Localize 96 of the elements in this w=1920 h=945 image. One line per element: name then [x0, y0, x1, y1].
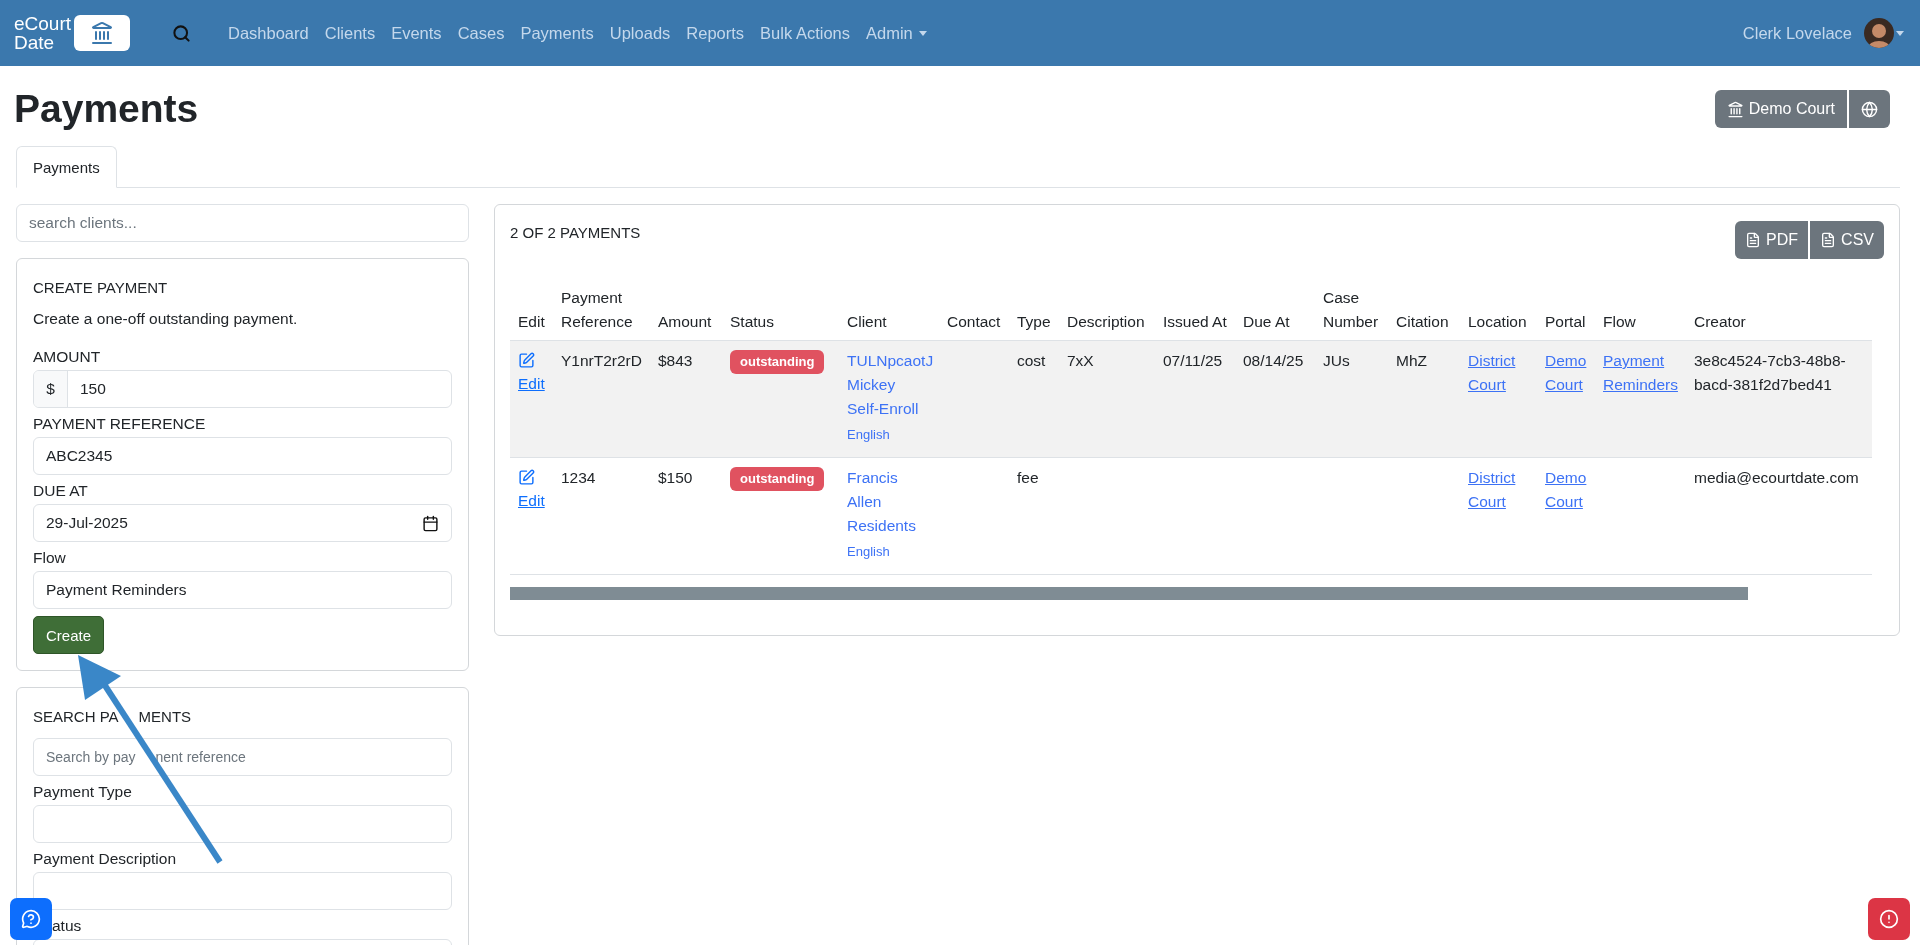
column-header: Status — [722, 280, 839, 341]
amount-text: $843 — [658, 351, 694, 371]
text-field[interactable]: ABC2345 — [33, 437, 452, 475]
type-text: cost — [1017, 351, 1047, 371]
column-header: Citation — [1388, 280, 1460, 341]
case-number: JUs — [1323, 351, 1351, 371]
creator-text: media@ecourtdate.com — [1694, 468, 1860, 488]
reference-text: 1234 — [561, 468, 597, 488]
nav-link[interactable]: Admin — [866, 23, 927, 43]
nav-link[interactable]: Bulk Actions — [760, 23, 850, 43]
creator-text: 3e8c4524-7cb3-48b8-bacd-381f2d7bed41 — [1694, 351, 1847, 395]
field-label: Payment Description — [33, 850, 176, 868]
card-title: MENTS — [138, 708, 192, 725]
column-header: Portal — [1537, 280, 1595, 341]
alert-button[interactable] — [1868, 898, 1910, 940]
description-text: 7xX — [1067, 351, 1095, 371]
court-button[interactable]: Demo Court — [1714, 90, 1847, 128]
file-icon — [1745, 232, 1762, 248]
client-link[interactable]: Francis Allen Residents — [847, 466, 931, 538]
field-label: Payment Type — [33, 783, 132, 801]
calendar-icon[interactable] — [422, 514, 439, 532]
portal-link[interactable]: Demo Court — [1545, 466, 1587, 514]
file-icon — [1820, 232, 1837, 248]
nav-link[interactable]: Cases — [457, 23, 505, 43]
column-header: Payment Reference — [553, 280, 650, 341]
tab[interactable]: Payments — [16, 146, 117, 188]
text-field[interactable] — [33, 872, 452, 910]
text-field[interactable] — [33, 805, 452, 843]
card-description: Create a one-off outstanding payment. — [33, 310, 299, 328]
avatar[interactable] — [1864, 18, 1894, 48]
field-label: AMOUNT — [33, 348, 101, 366]
help-icon — [21, 909, 41, 929]
search-icon[interactable] — [172, 23, 191, 43]
due-date: 08/14/25 — [1243, 351, 1305, 371]
payment-count: 2 OF 2 PAYMENTS — [510, 224, 641, 241]
field-label: atus — [52, 917, 82, 935]
date-field[interactable]: 29-Jul-2025 — [33, 504, 452, 542]
column-header: Type — [1009, 280, 1059, 341]
citation-text: MhZ — [1396, 351, 1428, 371]
column-header: Location — [1460, 280, 1537, 341]
location-link[interactable]: District Court — [1468, 349, 1529, 397]
column-header: Case Number — [1315, 280, 1388, 341]
nav-link[interactable]: Payments — [520, 23, 594, 43]
card-title: SEARCH PA — [33, 708, 119, 725]
flow-link[interactable]: Payment Reminders — [1603, 349, 1678, 397]
field-label: PAYMENT REFERENCE — [33, 415, 206, 433]
card-title: CREATE PAYMENT — [33, 279, 169, 296]
edit-link[interactable]: Edit — [518, 349, 545, 396]
status-badge: outstanding — [730, 467, 825, 491]
courthouse-icon — [74, 15, 130, 51]
reference-text: Y1nrT2r2rD — [561, 351, 642, 371]
export-button[interactable]: PDF — [1735, 221, 1809, 259]
column-header: Edit — [510, 280, 553, 341]
language-button[interactable] — [1849, 90, 1890, 128]
nav-link[interactable]: Uploads — [609, 23, 671, 43]
export-button[interactable]: CSV — [1810, 221, 1884, 259]
nav-link[interactable]: Events — [391, 23, 442, 43]
column-header: Description — [1059, 280, 1155, 341]
location-link[interactable]: District Court — [1468, 466, 1529, 514]
language-text: English — [847, 426, 891, 444]
create-button[interactable]: Create — [33, 616, 105, 654]
text-field[interactable]: Payment Reminders — [33, 571, 452, 609]
field-label: DUE AT — [33, 482, 88, 500]
column-header: Issued At — [1155, 280, 1235, 341]
edit-icon[interactable] — [518, 352, 535, 369]
language-text: English — [847, 543, 891, 561]
logo-text: eCourt Date — [14, 14, 72, 52]
nav-link[interactable]: Clients — [324, 23, 376, 43]
page-title: Payments — [14, 86, 199, 132]
client-link[interactable]: TULNpcaotJ Mickey Self-Enroll — [847, 349, 931, 421]
globe-icon — [1861, 100, 1878, 118]
nav-link[interactable]: Reports — [686, 23, 745, 43]
courthouse-icon — [1726, 100, 1744, 118]
alert-icon — [1879, 909, 1899, 929]
issued-date: 07/11/25 — [1163, 351, 1224, 371]
edit-link[interactable]: Edit — [518, 466, 545, 513]
column-header: Creator — [1686, 280, 1872, 341]
type-text: fee — [1017, 468, 1040, 488]
scrollbar-thumb[interactable] — [510, 587, 1748, 600]
client-search-field[interactable]: search clients... — [16, 204, 469, 242]
status-badge: outstanding — [730, 350, 825, 374]
edit-icon[interactable] — [518, 469, 535, 486]
amount-text: $150 — [658, 468, 694, 488]
column-header: Due At — [1235, 280, 1315, 341]
field-label: Flow — [33, 549, 66, 567]
column-header: Client — [839, 280, 939, 341]
amount-field[interactable]: $ 150 — [33, 370, 452, 408]
caret-icon — [1896, 30, 1904, 36]
column-header: Flow — [1595, 280, 1686, 341]
column-header: Amount — [650, 280, 722, 341]
nav-link[interactable]: Dashboard — [228, 23, 309, 43]
search-field[interactable]: Search by pay nent reference — [33, 738, 452, 776]
column-header: Contact — [939, 280, 1009, 341]
portal-link[interactable]: Demo Court — [1545, 349, 1587, 397]
user-name[interactable]: Clerk Lovelace — [1742, 23, 1852, 43]
help-button[interactable] — [10, 898, 52, 940]
